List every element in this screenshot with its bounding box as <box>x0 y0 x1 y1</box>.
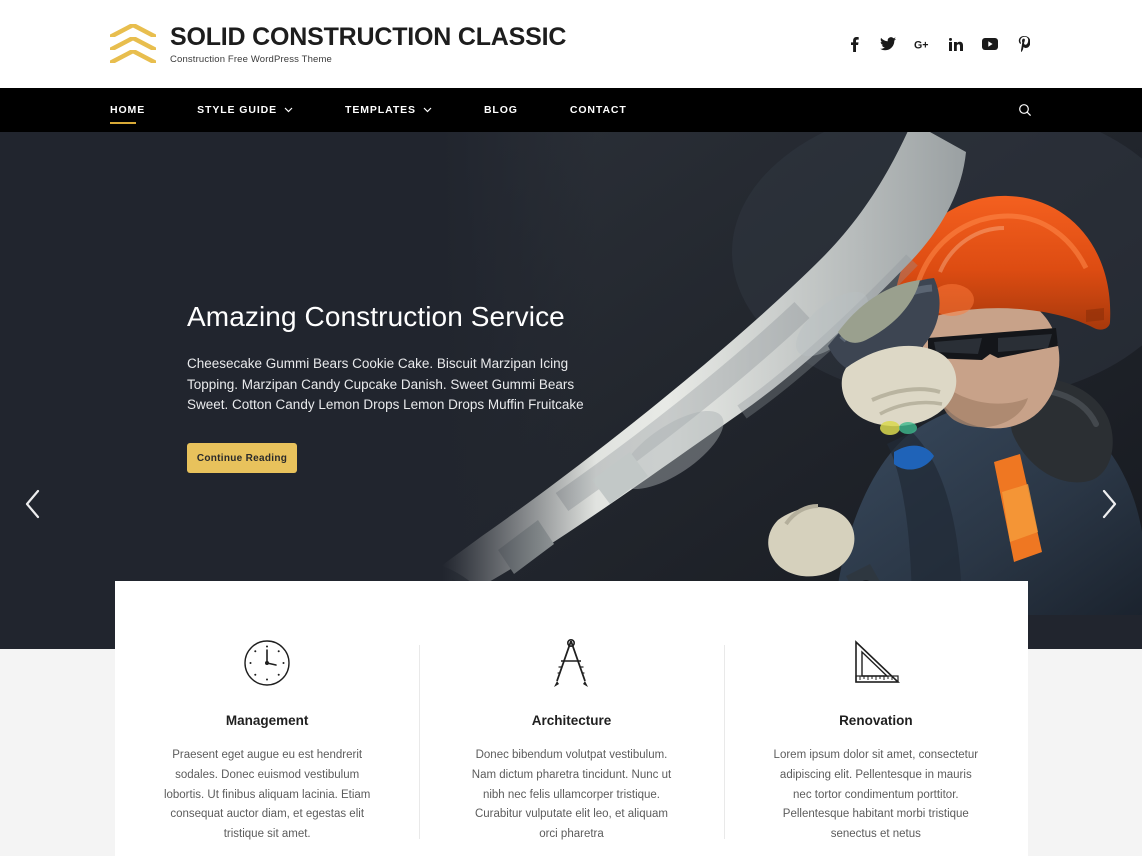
svg-text:G+: G+ <box>914 39 929 51</box>
site-header: SOLID CONSTRUCTION CLASSIC Construction … <box>0 0 1142 88</box>
linkedin-icon[interactable] <box>948 36 964 52</box>
service-title: Management <box>225 713 309 728</box>
nav-menu: HOME STYLE GUIDE TEMPLATES BLOG CONTACT <box>110 88 627 132</box>
service-text: Lorem ipsum dolor sit amet, consectetur … <box>773 749 979 841</box>
services-section: Management Praesent eget augue eu est he… <box>0 581 1142 856</box>
hero-content: Amazing Construction Service Cheesecake … <box>0 132 1142 615</box>
nav-item-contact[interactable]: CONTACT <box>570 88 627 132</box>
nav-item-label: HOME <box>110 104 146 116</box>
clock-icon <box>161 637 373 689</box>
services-card: Management Praesent eget augue eu est he… <box>115 581 1028 856</box>
nav-item-label: STYLE GUIDE <box>197 104 278 116</box>
continue-reading-button[interactable]: Continue Reading <box>187 443 297 474</box>
facebook-icon[interactable] <box>846 36 862 52</box>
nav-item-label: BLOG <box>483 104 518 116</box>
set-square-icon <box>770 637 982 689</box>
service-text: Donec bibendum volutpat vestibulum. Nam … <box>471 749 672 841</box>
google-plus-icon[interactable]: G+ <box>914 36 930 52</box>
hero-title: Amazing Construction Service <box>187 301 565 332</box>
service-card-renovation: Renovation Lorem ipsum dolor sit amet, c… <box>723 637 1028 845</box>
nav-item-label: TEMPLATES <box>345 104 416 116</box>
service-text: Praesent eget augue eu est hendrerit sod… <box>163 749 371 841</box>
pinterest-icon[interactable] <box>1016 36 1032 52</box>
hero-subtitle: Cheesecake Gummi Bears Cookie Cake. Bisc… <box>187 355 584 413</box>
chevron-down-icon <box>284 104 293 116</box>
search-icon[interactable] <box>1018 88 1032 132</box>
drafting-compass-icon <box>465 637 677 689</box>
service-title: Architecture <box>531 713 612 728</box>
chevron-down-icon <box>423 104 432 116</box>
nav-item-home[interactable]: HOME <box>110 88 145 132</box>
service-title: Renovation <box>839 713 913 728</box>
site-brand[interactable]: SOLID CONSTRUCTION CLASSIC Construction … <box>110 22 566 66</box>
chevron-left-icon[interactable] <box>22 488 42 525</box>
services-list: Management Praesent eget augue eu est he… <box>115 637 1028 845</box>
service-card-architecture: Architecture Donec bibendum volutpat ves… <box>419 637 723 845</box>
main-navigation: HOME STYLE GUIDE TEMPLATES BLOG CONTACT <box>0 88 1142 132</box>
youtube-icon[interactable] <box>982 36 998 52</box>
hero-slider: Amazing Construction Service Cheesecake … <box>0 132 1142 615</box>
nav-item-templates[interactable]: TEMPLATES <box>345 88 432 132</box>
social-links: G+ <box>846 36 1032 52</box>
service-card-management: Management Praesent eget augue eu est he… <box>115 637 419 845</box>
twitter-icon[interactable] <box>880 36 896 52</box>
nav-item-label: CONTACT <box>569 104 627 116</box>
chevron-right-icon[interactable] <box>1100 488 1120 525</box>
nav-item-blog[interactable]: BLOG <box>484 88 518 132</box>
brand-tagline: Construction Free WordPress Theme <box>170 53 332 65</box>
brand-title: SOLID CONSTRUCTION CLASSIC <box>170 22 567 51</box>
nav-item-style-guide[interactable]: STYLE GUIDE <box>197 88 293 132</box>
chevron-stack-icon <box>110 22 156 66</box>
